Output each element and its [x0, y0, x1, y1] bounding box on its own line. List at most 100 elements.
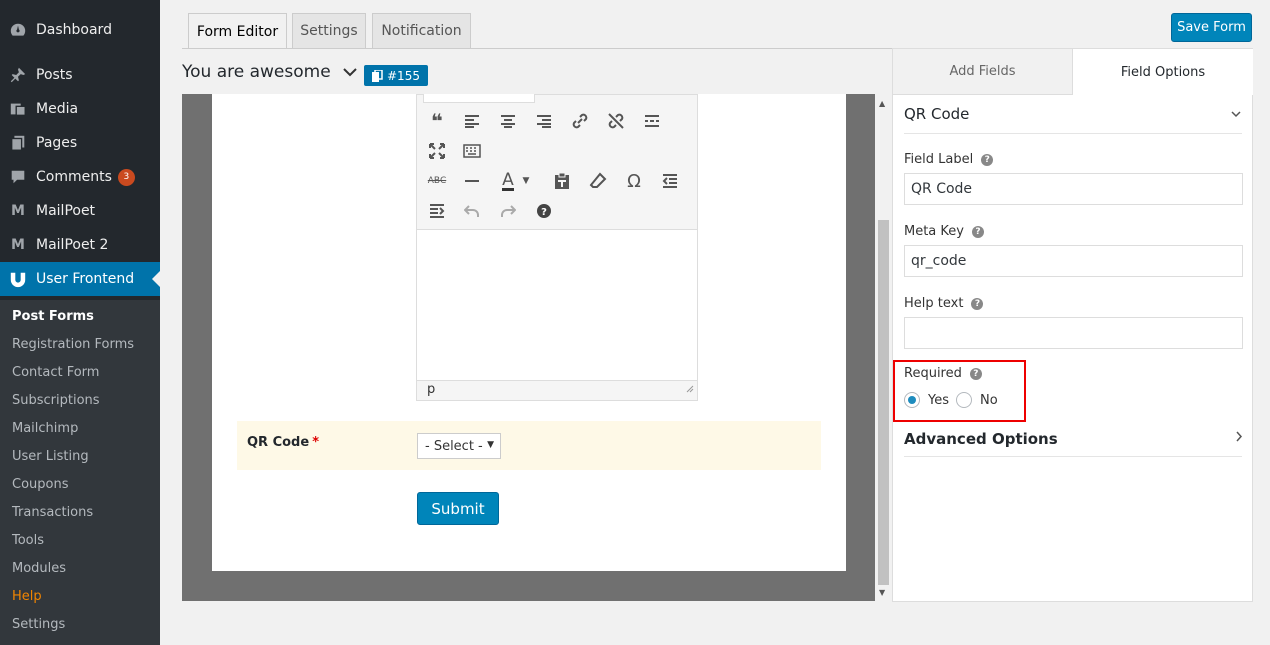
chevron-right-icon[interactable]: [1235, 430, 1243, 446]
pin-icon: [8, 65, 28, 85]
paste-text-icon[interactable]: [550, 169, 574, 193]
media-icon: [8, 99, 28, 119]
submenu-modules[interactable]: Modules: [12, 559, 66, 579]
submenu-help[interactable]: Help: [12, 587, 42, 607]
fullscreen-icon[interactable]: [425, 139, 449, 163]
label-text: Meta Key: [904, 224, 964, 239]
submenu-mailchimp[interactable]: Mailchimp: [12, 419, 78, 439]
rich-text-editor[interactable]: ❝ ABC A ▼ Ω ? p: [416, 94, 698, 401]
submenu-registration-forms[interactable]: Registration Forms: [12, 335, 134, 355]
help-icon[interactable]: ?: [971, 225, 984, 238]
menu-item-pages[interactable]: Pages: [0, 126, 160, 160]
menu-item-dashboard[interactable]: Dashboard: [0, 13, 160, 47]
submenu-tools[interactable]: Tools: [12, 531, 44, 551]
save-form-button[interactable]: Save Form: [1171, 13, 1252, 42]
menu-label: Dashboard: [36, 22, 112, 38]
caret-down-icon: ▼: [487, 440, 494, 450]
menu-label: Pages: [36, 135, 78, 151]
resize-handle-icon[interactable]: [684, 382, 694, 397]
clear-formatting-icon[interactable]: [586, 169, 610, 193]
menu-item-media[interactable]: Media: [0, 92, 160, 126]
field-options-panel: Add Fields Field Options QR Code Field L…: [892, 48, 1253, 602]
horizontal-line-icon[interactable]: [460, 169, 484, 193]
submenu-post-forms[interactable]: Post Forms: [12, 307, 94, 327]
submenu-transactions[interactable]: Transactions: [12, 503, 93, 523]
pages-icon: [8, 133, 28, 153]
label-text: Field Label: [904, 152, 974, 167]
help-circle-icon[interactable]: ?: [532, 199, 556, 223]
menu-label: MailPoet 2: [36, 237, 109, 253]
menu-item-mailpoet[interactable]: M MailPoet: [0, 194, 160, 228]
field-section-title[interactable]: QR Code: [904, 105, 969, 123]
meta-key-input[interactable]: qr_code: [904, 245, 1243, 277]
chevron-down-icon: [342, 62, 357, 82]
text-color-icon[interactable]: A: [496, 169, 520, 193]
editor-content-area[interactable]: [417, 229, 697, 381]
menu-label: User Frontend: [36, 271, 135, 287]
special-character-icon[interactable]: Ω: [622, 169, 646, 193]
form-id-text: #155: [387, 68, 420, 83]
tab-add-fields[interactable]: Add Fields: [893, 49, 1073, 95]
form-id-badge[interactable]: #155: [364, 65, 428, 86]
link-icon[interactable]: [568, 109, 592, 133]
submenu-subscriptions[interactable]: Subscriptions: [12, 391, 100, 411]
submenu-user-listing[interactable]: User Listing: [12, 447, 89, 467]
help-icon[interactable]: ?: [971, 297, 984, 310]
outdent-icon[interactable]: [658, 169, 682, 193]
submenu-settings[interactable]: Settings: [12, 615, 65, 635]
menu-item-user-frontend[interactable]: User Frontend: [0, 262, 160, 296]
required-label: Required ?: [904, 366, 982, 381]
required-no-radio[interactable]: No: [956, 392, 998, 408]
align-right-icon[interactable]: [532, 109, 556, 133]
undo-icon[interactable]: [460, 199, 484, 223]
form-title: You are awesome: [182, 62, 331, 82]
read-more-icon[interactable]: [640, 109, 664, 133]
redo-icon[interactable]: [496, 199, 520, 223]
menu-item-comments[interactable]: Comments 3: [0, 160, 160, 194]
menu-label: Media: [36, 101, 79, 117]
indent-icon[interactable]: [425, 199, 449, 223]
chevron-down-icon[interactable]: [1231, 107, 1241, 121]
blockquote-icon[interactable]: ❝: [425, 109, 449, 133]
strikethrough-icon[interactable]: ABC: [425, 169, 449, 193]
scroll-down-icon[interactable]: ▼: [879, 588, 885, 597]
qr-code-field-row[interactable]: QR Code * - Select - ▼: [237, 421, 821, 470]
menu-item-posts[interactable]: Posts: [0, 58, 160, 92]
qr-code-select[interactable]: - Select - ▼: [417, 433, 501, 459]
radio-unchecked-icon[interactable]: [956, 392, 972, 408]
caret-down-icon[interactable]: ▼: [519, 169, 533, 193]
radio-checked-icon[interactable]: [904, 392, 920, 408]
tab-field-options[interactable]: Field Options: [1073, 49, 1253, 95]
help-icon[interactable]: ?: [969, 367, 982, 380]
help-icon[interactable]: ?: [981, 153, 994, 166]
required-yes-radio[interactable]: Yes: [904, 392, 949, 408]
align-center-icon[interactable]: [496, 109, 520, 133]
unlink-icon[interactable]: [604, 109, 628, 133]
scroll-up-icon[interactable]: ▲: [879, 99, 885, 108]
form-title-switcher[interactable]: You are awesome: [182, 62, 357, 82]
dashboard-icon: [8, 20, 28, 40]
advanced-options-toggle[interactable]: Advanced Options: [904, 430, 1058, 448]
paragraph-format-select[interactable]: [423, 94, 535, 103]
tab-form-editor[interactable]: Form Editor: [188, 13, 287, 49]
scrollbar-thumb[interactable]: [878, 220, 889, 585]
canvas-scrollbar[interactable]: ▲ ▼: [875, 94, 892, 601]
label-text: Help text: [904, 296, 964, 311]
user-frontend-icon: [8, 269, 28, 289]
mailpoet-icon: M: [11, 203, 25, 219]
submenu-contact-form[interactable]: Contact Form: [12, 363, 99, 383]
tab-notification[interactable]: Notification: [372, 13, 471, 48]
menu-item-mailpoet-2[interactable]: M MailPoet 2: [0, 228, 160, 262]
tab-settings[interactable]: Settings: [292, 13, 366, 48]
help-text-input[interactable]: [904, 317, 1243, 349]
section-divider: [904, 133, 1242, 134]
field-label-input[interactable]: QR Code: [904, 173, 1243, 205]
align-left-icon[interactable]: [460, 109, 484, 133]
keyboard-icon[interactable]: [460, 139, 484, 163]
menu-label: Posts: [36, 67, 73, 83]
meta-key-label: Meta Key ?: [904, 224, 984, 239]
submit-button[interactable]: Submit: [417, 492, 499, 525]
mailpoet-icon: M: [11, 237, 25, 253]
radio-label: No: [980, 392, 998, 408]
submenu-coupons[interactable]: Coupons: [12, 475, 69, 495]
